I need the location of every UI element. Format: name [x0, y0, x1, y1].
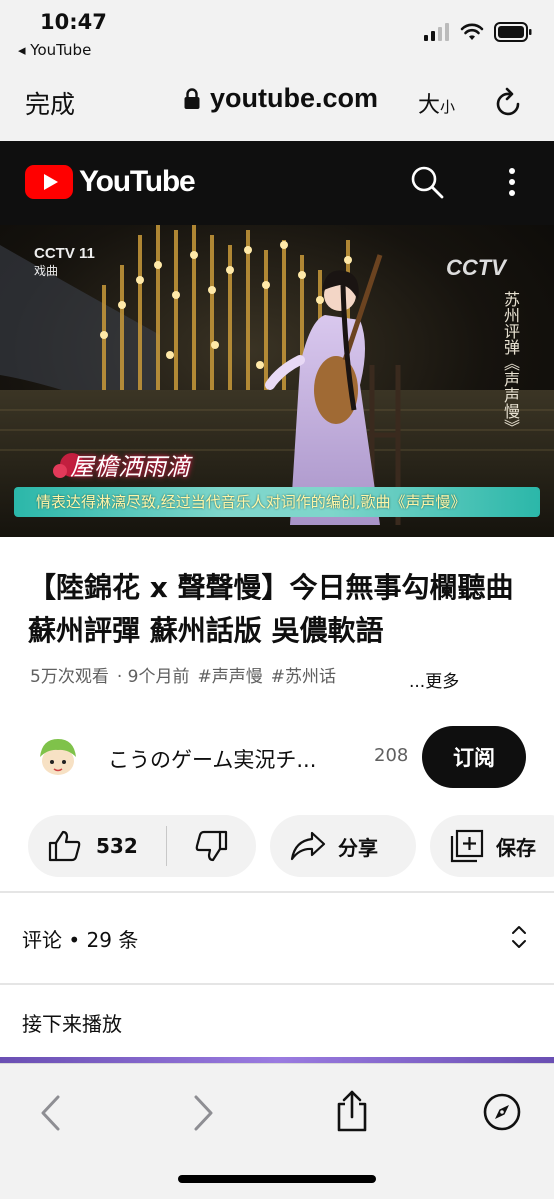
done-button[interactable]: 完成 — [25, 85, 75, 121]
back-to-app-link[interactable]: ◂ YouTube — [18, 41, 91, 59]
reload-icon[interactable] — [494, 86, 524, 118]
action-bar: 532 分享 保存 — [0, 815, 554, 877]
dislike-icon — [195, 830, 228, 862]
view-count: 5万次观看 — [30, 667, 109, 687]
url-text: youtube.com — [210, 83, 379, 113]
share-sheet-icon[interactable] — [334, 1090, 370, 1132]
video-meta[interactable]: 5万次观看 · 9个月前 #声声慢 #苏州话 — [30, 662, 336, 687]
video-player[interactable]: CCTV 11 戏曲 CCTV 苏州评弹《声声慢》 屋檐洒雨滴 情表达得淋漓尽致… — [0, 225, 554, 537]
like-icon — [48, 830, 81, 862]
cctv11-logo-text: CCTV 11 — [34, 245, 95, 262]
status-icons — [424, 22, 532, 42]
lock-icon — [184, 87, 200, 109]
youtube-logo[interactable]: YouTube — [25, 165, 196, 199]
forward-icon[interactable] — [192, 1094, 216, 1132]
avatar[interactable] — [34, 733, 82, 781]
cctv11-logo: CCTV 11 戏曲 — [34, 245, 95, 279]
lyric-subtitle: 情表达得淋漓尽致,经过当代音乐人对词作的编创,歌曲《声声慢》 — [36, 493, 466, 511]
cctv-logo: CCTV — [446, 255, 506, 280]
share-icon — [290, 831, 326, 861]
upload-age: · 9个月前 — [116, 667, 190, 687]
save-button[interactable]: 保存 — [430, 815, 554, 877]
comments-label: 评论 • 29 条 — [22, 928, 139, 952]
youtube-header: YouTube — [0, 141, 554, 225]
text-size-button[interactable]: 大小 — [418, 87, 455, 119]
home-indicator[interactable] — [178, 1175, 376, 1183]
up-next-heading: 接下来播放 — [22, 1012, 122, 1036]
subscriber-count: 208 — [374, 745, 409, 766]
channel-row: こうのゲーム実況チ... 208 订阅 — [0, 724, 554, 790]
more-link[interactable]: ...更多 — [409, 667, 459, 692]
url-field[interactable]: youtube.com — [184, 83, 378, 114]
subscribe-button[interactable]: 订阅 — [422, 726, 526, 788]
youtube-play-icon — [25, 165, 73, 199]
expand-icon[interactable] — [510, 922, 528, 952]
save-label: 保存 — [496, 835, 536, 860]
compass-icon[interactable] — [482, 1092, 522, 1132]
save-icon — [450, 829, 484, 863]
signal-icon — [424, 23, 449, 41]
video-title-overlay: 屋檐洒雨滴 — [70, 453, 190, 481]
channel-name[interactable]: こうのゲーム実況チ... — [108, 744, 316, 774]
search-icon[interactable] — [410, 165, 444, 199]
text-size-small: 小 — [440, 98, 456, 116]
status-bar: 10:47 ◂ YouTube — [0, 0, 554, 66]
avatar-image — [34, 733, 82, 781]
vertical-caption: 苏州评弹《声声慢》 — [501, 291, 520, 435]
dislike-button[interactable] — [167, 815, 255, 877]
more-vert-icon[interactable] — [508, 167, 516, 197]
like-dislike-pill: 532 — [28, 815, 256, 877]
hashtag[interactable]: #苏州话 — [271, 662, 336, 687]
like-count: 532 — [96, 834, 138, 858]
share-button[interactable]: 分享 — [270, 815, 416, 877]
battery-icon — [494, 22, 532, 42]
divider — [0, 983, 554, 985]
video-title[interactable]: 【陸錦花 x 聲聲慢】今日無事勾欄聽曲 蘇州評彈 蘇州話版 吳儂軟語 — [28, 566, 528, 652]
wifi-icon — [460, 23, 484, 40]
back-icon[interactable] — [38, 1094, 62, 1132]
status-time: 10:47 — [40, 10, 107, 34]
hashtag[interactable]: #声声慢 — [197, 662, 262, 687]
safari-address-bar: 完成 youtube.com 大小 — [0, 66, 554, 141]
cctv11-logo-sub: 戏曲 — [34, 264, 59, 278]
comments-section[interactable]: 评论 • 29 条 — [0, 893, 554, 983]
share-label: 分享 — [338, 835, 378, 860]
text-size-big: 大 — [418, 93, 441, 118]
like-button[interactable]: 532 — [28, 815, 166, 877]
youtube-wordmark: YouTube — [79, 165, 196, 198]
